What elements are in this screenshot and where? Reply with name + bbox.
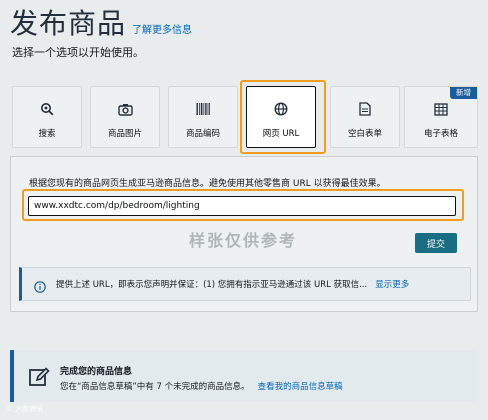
- tile-label: 电子表格: [423, 129, 458, 139]
- globe-icon: [273, 101, 289, 117]
- url-description: 根据您现有的商品网页生成亚马逊商品信息。避免使用其他零售商 URL 以获得最佳效…: [29, 179, 386, 189]
- barcode-icon: [195, 101, 211, 117]
- page-title: 发布商品: [10, 7, 127, 40]
- camera-icon: [117, 101, 133, 117]
- url-input[interactable]: [28, 196, 456, 216]
- url-panel: 根据您现有的商品网页生成亚马逊商品信息。避免使用其他零售商 URL 以获得最佳效…: [10, 156, 478, 312]
- tile-product-code[interactable]: 商品编码: [168, 86, 238, 148]
- tile-label: 网页 URL: [262, 129, 300, 139]
- draft-text: 您在“商品信息草稿”中有 7 个未完成的商品信息。: [60, 382, 250, 392]
- document-icon: [357, 101, 373, 117]
- url-disclaimer-notice: 提供上述 URL，即表示您声明并保证：(1) 您拥有指示亚马逊通过该 URL 获…: [19, 267, 471, 301]
- corner-watermark: © 大数跨境: [6, 405, 44, 413]
- new-badge: 新增: [450, 87, 477, 99]
- view-drafts-link[interactable]: 查看我的商品信息草稿: [258, 382, 343, 392]
- draft-listings-banner: 完成您的商品信息 您在“商品信息草稿”中有 7 个未完成的商品信息。 查看我的商品…: [10, 350, 478, 402]
- show-more-link[interactable]: 显示更多: [375, 278, 409, 290]
- edit-icon: [28, 366, 50, 388]
- tile-label: 商品编码: [185, 129, 220, 139]
- tile-spreadsheet[interactable]: 新增 电子表格: [404, 86, 478, 148]
- info-icon: [34, 278, 46, 293]
- spreadsheet-icon: [433, 101, 449, 117]
- sample-watermark: 样张仅供参考: [189, 231, 298, 250]
- tile-label: 空白表单: [347, 129, 382, 139]
- tile-search[interactable]: 搜索: [12, 86, 82, 148]
- tile-label: 商品图片: [107, 129, 142, 139]
- tile-label: 搜索: [38, 129, 56, 139]
- notice-text: 提供上述 URL，即表示您声明并保证：(1) 您拥有指示亚马逊通过该 URL 获…: [56, 280, 368, 290]
- tile-product-image[interactable]: 商品图片: [90, 86, 160, 148]
- draft-text-row: 您在“商品信息草稿”中有 7 个未完成的商品信息。 查看我的商品信息草稿: [60, 380, 343, 392]
- search-icon: [39, 101, 55, 117]
- learn-more-link[interactable]: 了解更多信息: [132, 21, 192, 36]
- draft-title: 完成您的商品信息: [60, 367, 133, 377]
- page-subtitle: 选择一个选项以开始使用。: [12, 46, 144, 59]
- tile-web-url[interactable]: 网页 URL: [246, 86, 316, 148]
- page-header: 发布商品 了解更多信息: [10, 2, 192, 42]
- submit-button[interactable]: 提交: [415, 233, 457, 253]
- tile-blank-form[interactable]: 空白表单: [330, 86, 400, 148]
- listing-method-tiles: 搜索 商品图片 商品编码 网页 URL 空白表单 新增 电子表格: [12, 80, 478, 154]
